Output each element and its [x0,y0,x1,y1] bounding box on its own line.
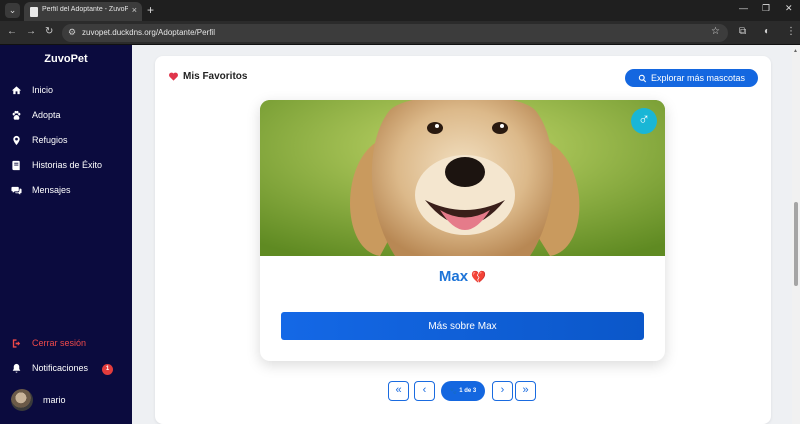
sidebar-item-refugios[interactable]: Refugios [11,133,68,147]
sidebar-item-label: Historias de Éxito [32,160,103,170]
bell-icon [12,363,21,373]
sidebar-item-label: Inicio [32,85,54,95]
location-pin-icon [13,135,20,145]
page-icon [30,7,38,17]
logout-icon [12,338,21,348]
notification-badge: 1 [102,364,113,375]
scroll-up-icon[interactable]: ▲ [793,48,798,54]
site-info-icon[interactable]: ⚙ [68,27,76,38]
first-page-button[interactable]: « [388,381,409,401]
tab-title: Perfil del Adoptante - ZuvoPet [42,6,128,13]
explore-pets-button[interactable]: Explorar más mascotas [625,69,758,87]
back-icon[interactable]: ← [7,26,17,37]
next-page-button[interactable]: › [492,381,513,401]
heart-icon [169,72,178,81]
profile-icon[interactable]: ◐ [764,26,770,37]
favorites-title: Mis Favoritos [183,71,248,82]
browser-tab-bar: ⌄ Perfil del Adoptante - ZuvoPet × + — ❐… [0,0,800,21]
explore-button-label: Explorar más mascotas [650,73,746,83]
sidebar-item-label: Refugios [32,135,68,145]
user-profile[interactable]: mario [11,389,66,411]
forward-icon[interactable]: → [26,26,36,37]
dog-photo-illustration [260,100,665,256]
avatar [11,389,33,411]
paw-icon [12,110,21,120]
reload-icon[interactable]: ↻ [45,26,53,37]
url-text: zuvopet.duckdns.org/Adoptante/Perfil [82,28,215,37]
sidebar-item-mensajes[interactable]: Mensajes [11,183,71,197]
tab-close-icon[interactable]: × [132,5,137,15]
more-about-pet-button[interactable]: Más sobre Max [281,312,644,340]
home-icon [11,85,22,94]
scrollbar-thumb[interactable] [794,202,798,286]
brand-logo[interactable]: ZuvoPet [0,53,132,65]
pet-name-row: Max 💔 [260,268,665,285]
restore-button[interactable]: ❐ [762,3,770,14]
browser-menu-icon[interactable]: ⋮ [786,26,796,37]
extensions-icon[interactable]: ⧉ [739,26,746,37]
tab-search-button[interactable]: ⌄ [5,3,20,18]
more-button-label: Más sobre Max [428,320,497,332]
logout-label: Cerrar sesión [32,338,87,348]
sidebar-item-label: Notificaciones [32,363,89,373]
prev-page-button[interactable]: ‹ [414,381,435,401]
browser-tab[interactable]: Perfil del Adoptante - ZuvoPet × [24,2,142,21]
browser-toolbar: ← → ↻ ⚙ zuvopet.duckdns.org/Adoptante/Pe… [0,21,800,45]
pet-photo[interactable] [260,100,665,256]
broken-heart-icon[interactable]: 💔 [471,270,486,284]
favorites-heading: Mis Favoritos [168,71,247,82]
page-indicator-text: 1 de 3 [459,388,477,394]
page-indicator: 🐾 1 de 3 [441,381,485,401]
chat-bubbles-icon [11,186,22,195]
sidebar-item-label: Mensajes [32,185,71,195]
male-gender-icon: ♂ [631,108,657,134]
last-page-button[interactable]: » [515,381,536,401]
sidebar-item-notificaciones[interactable]: Notificaciones [11,361,88,375]
new-tab-button[interactable]: + [147,3,154,17]
pet-name: Max [438,268,469,285]
sidebar-item-historias[interactable]: Historias de Éxito [11,158,102,172]
book-icon [12,160,20,170]
paw-icon: 🐾 [449,388,458,395]
sidebar-item-inicio[interactable]: Inicio [11,83,53,97]
minimize-button[interactable]: — [739,3,748,13]
sidebar-item-adopta[interactable]: Adopta [11,108,61,122]
logout-link[interactable]: Cerrar sesión [11,336,86,350]
bookmark-star-icon[interactable]: ☆ [711,26,720,37]
address-bar[interactable]: ⚙ zuvopet.duckdns.org/Adoptante/Perfil ☆ [62,24,728,42]
username: mario [43,395,66,405]
sidebar-item-label: Adopta [32,110,61,120]
close-window-button[interactable]: ✕ [785,3,793,14]
search-icon [638,74,647,82]
